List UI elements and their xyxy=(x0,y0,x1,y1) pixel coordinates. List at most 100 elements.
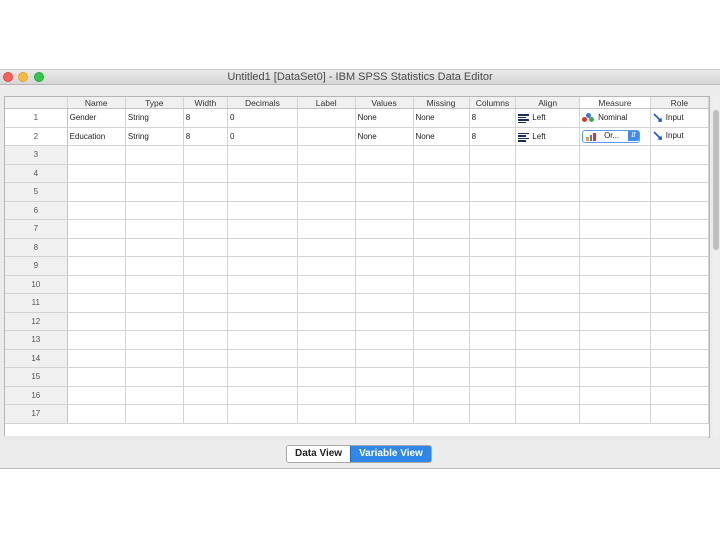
empty-cell[interactable] xyxy=(650,293,709,313)
empty-cell[interactable] xyxy=(469,386,517,405)
empty-cell[interactable] xyxy=(183,256,229,276)
column-header-label[interactable]: Label xyxy=(297,97,356,109)
column-header-width[interactable]: Width xyxy=(183,97,229,109)
empty-cell[interactable] xyxy=(355,404,414,424)
empty-cell[interactable] xyxy=(515,238,581,257)
cell-role[interactable]: Input xyxy=(650,127,709,146)
empty-cell[interactable] xyxy=(469,256,517,276)
empty-cell[interactable] xyxy=(227,256,298,276)
empty-cell[interactable] xyxy=(67,201,126,220)
empty-cell[interactable] xyxy=(355,256,414,276)
empty-cell[interactable] xyxy=(183,201,229,220)
empty-cell[interactable] xyxy=(413,349,470,368)
empty-cell[interactable] xyxy=(183,293,229,313)
empty-cell[interactable] xyxy=(227,349,298,368)
row-number[interactable]: 9 xyxy=(5,256,68,276)
empty-cell[interactable] xyxy=(515,145,581,165)
empty-cell[interactable] xyxy=(67,219,126,239)
row-number[interactable]: 17 xyxy=(5,404,68,424)
empty-cell[interactable] xyxy=(413,330,470,350)
row-number[interactable]: 8 xyxy=(5,238,68,257)
empty-cell[interactable] xyxy=(469,404,517,424)
cell-missing[interactable]: None xyxy=(413,127,470,146)
empty-cell[interactable] xyxy=(515,330,581,350)
empty-cell[interactable] xyxy=(183,386,229,405)
empty-cell[interactable] xyxy=(650,256,709,276)
empty-cell[interactable] xyxy=(413,238,470,257)
empty-cell[interactable] xyxy=(67,182,126,202)
empty-cell[interactable] xyxy=(469,182,517,202)
empty-cell[interactable] xyxy=(469,219,517,239)
empty-cell[interactable] xyxy=(227,275,298,294)
empty-cell[interactable] xyxy=(297,256,356,276)
cell-missing[interactable]: None xyxy=(413,108,470,128)
column-header-align[interactable]: Align xyxy=(515,97,581,109)
empty-cell[interactable] xyxy=(413,145,470,165)
row-number[interactable]: 3 xyxy=(5,145,68,165)
cell-name[interactable]: Education xyxy=(67,127,126,146)
row-number[interactable]: 16 xyxy=(5,386,68,405)
empty-cell[interactable] xyxy=(355,330,414,350)
column-header-missing[interactable]: Missing xyxy=(413,97,470,109)
empty-cell[interactable] xyxy=(227,404,298,424)
cell-width[interactable]: 8 xyxy=(183,127,229,146)
empty-cell[interactable] xyxy=(67,330,126,350)
empty-cell[interactable] xyxy=(125,404,184,424)
empty-cell[interactable] xyxy=(125,275,184,294)
row-number[interactable]: 10 xyxy=(5,275,68,294)
row-number[interactable]: 15 xyxy=(5,367,68,387)
cell-width[interactable]: 8 xyxy=(183,108,229,128)
empty-cell[interactable] xyxy=(413,404,470,424)
row-number[interactable]: 7 xyxy=(5,219,68,239)
column-header-decimals[interactable]: Decimals xyxy=(227,97,298,109)
empty-cell[interactable] xyxy=(413,201,470,220)
empty-cell[interactable] xyxy=(67,238,126,257)
empty-cell[interactable] xyxy=(227,293,298,313)
empty-cell[interactable] xyxy=(515,349,581,368)
empty-cell[interactable] xyxy=(183,145,229,165)
empty-cell[interactable] xyxy=(579,404,651,424)
empty-cell[interactable] xyxy=(469,330,517,350)
empty-cell[interactable] xyxy=(67,367,126,387)
empty-cell[interactable] xyxy=(515,256,581,276)
empty-cell[interactable] xyxy=(125,293,184,313)
cell-columns[interactable]: 8 xyxy=(469,127,517,146)
empty-cell[interactable] xyxy=(355,275,414,294)
empty-cell[interactable] xyxy=(650,349,709,368)
cell-role[interactable]: Input xyxy=(650,108,709,128)
horizontal-scrollbar[interactable] xyxy=(4,436,708,440)
empty-cell[interactable] xyxy=(579,145,651,165)
empty-cell[interactable] xyxy=(650,145,709,165)
empty-cell[interactable] xyxy=(579,201,651,220)
cell-measure[interactable]: Or... ⇵ xyxy=(579,127,651,146)
empty-cell[interactable] xyxy=(413,164,470,183)
empty-cell[interactable] xyxy=(183,164,229,183)
empty-cell[interactable] xyxy=(413,256,470,276)
empty-cell[interactable] xyxy=(67,349,126,368)
empty-cell[interactable] xyxy=(227,145,298,165)
empty-cell[interactable] xyxy=(650,182,709,202)
empty-cell[interactable] xyxy=(650,330,709,350)
empty-cell[interactable] xyxy=(67,293,126,313)
empty-cell[interactable] xyxy=(227,386,298,405)
empty-cell[interactable] xyxy=(67,404,126,424)
tab-variable-view[interactable]: Variable View xyxy=(350,446,431,462)
empty-cell[interactable] xyxy=(515,312,581,331)
empty-cell[interactable] xyxy=(650,238,709,257)
row-number[interactable]: 14 xyxy=(5,349,68,368)
empty-cell[interactable] xyxy=(469,293,517,313)
empty-cell[interactable] xyxy=(355,293,414,313)
empty-cell[interactable] xyxy=(67,256,126,276)
column-header-columns[interactable]: Columns xyxy=(469,97,517,109)
row-number[interactable]: 1 xyxy=(5,108,68,128)
empty-cell[interactable] xyxy=(650,201,709,220)
empty-cell[interactable] xyxy=(125,312,184,331)
empty-cell[interactable] xyxy=(67,164,126,183)
empty-cell[interactable] xyxy=(355,182,414,202)
cell-label[interactable] xyxy=(297,127,356,146)
empty-cell[interactable] xyxy=(650,367,709,387)
empty-cell[interactable] xyxy=(355,312,414,331)
cell-type[interactable]: String xyxy=(125,127,184,146)
empty-cell[interactable] xyxy=(579,330,651,350)
empty-cell[interactable] xyxy=(579,386,651,405)
